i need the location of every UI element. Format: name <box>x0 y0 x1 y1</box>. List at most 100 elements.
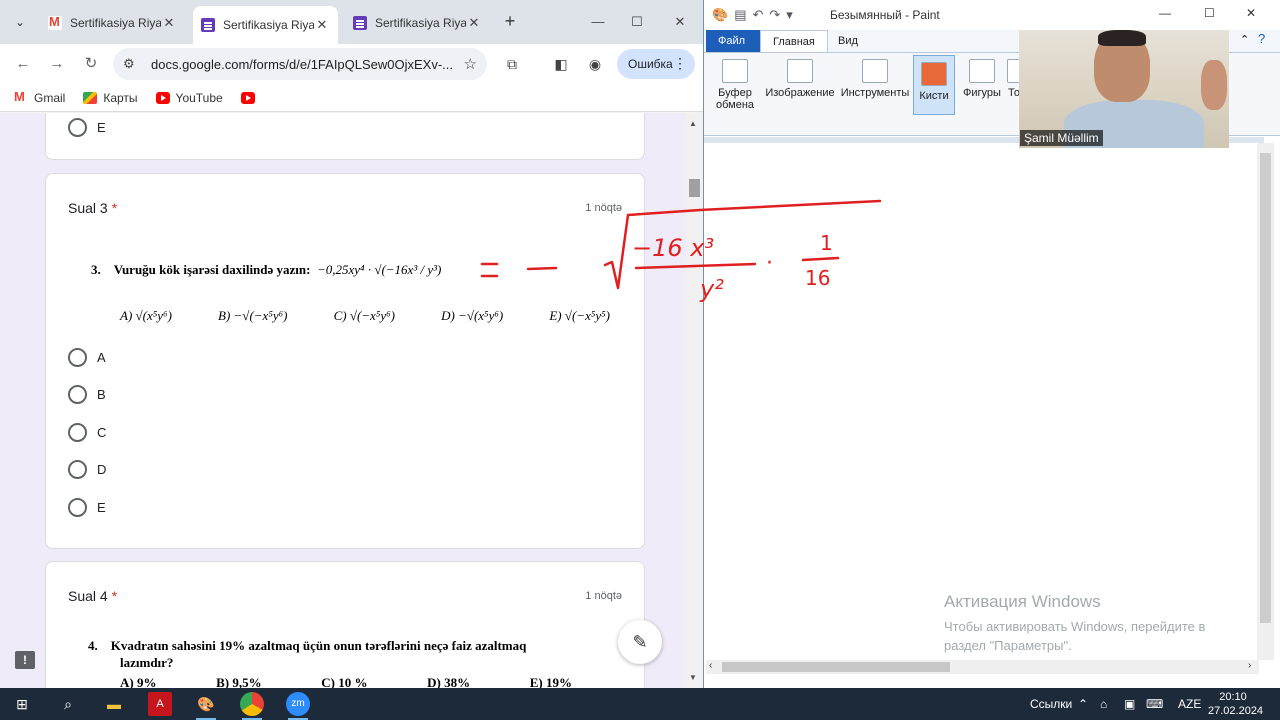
bookmark-gmail[interactable]: Gmail <box>14 89 65 105</box>
maximize-icon[interactable]: ☐ <box>627 12 647 32</box>
scroll-right-icon[interactable]: › <box>1248 660 1251 671</box>
group-shapes[interactable]: Фигуры <box>961 55 1003 135</box>
tab-home[interactable]: Главная <box>760 30 828 52</box>
webcam-name-label: Şamil Müəllim <box>1020 130 1103 146</box>
scroll-down-icon[interactable]: ▼ <box>689 673 697 682</box>
bookmark-maps[interactable]: Карты <box>83 91 138 105</box>
save-icon[interactable]: ▤ <box>734 7 746 23</box>
radio-button[interactable] <box>68 460 87 479</box>
system-clock[interactable]: 20:10 27.02.2024 <box>1208 690 1263 718</box>
tab-view[interactable]: Вид <box>826 30 870 52</box>
feedback-icon[interactable]: ! <box>15 651 35 669</box>
undo-icon[interactable]: ↶ <box>752 7 763 23</box>
paint-icon[interactable]: 🎨 <box>194 692 218 720</box>
close-window-icon[interactable]: ✕ <box>670 12 690 32</box>
profile-avatar-icon[interactable]: ◉ <box>585 54 605 74</box>
option-row-e[interactable]: E <box>68 498 106 517</box>
tray-overflow-icon[interactable]: ⌃ <box>1078 688 1088 720</box>
scroll-left-icon[interactable]: ‹ <box>709 660 712 671</box>
close-icon[interactable]: ✕ <box>314 17 330 33</box>
bookmark-star-icon[interactable]: ☆ <box>464 55 477 73</box>
close-window-icon[interactable]: ✕ <box>1246 6 1256 20</box>
option-row-d[interactable]: D <box>68 460 106 479</box>
group-brushes[interactable]: Кисти <box>913 55 955 135</box>
customize-icon[interactable]: ▾ <box>786 7 793 23</box>
radio-button[interactable] <box>68 118 87 137</box>
tab-1[interactable]: Sertifikasiya Riyaz ✕ <box>40 8 185 38</box>
tab-3[interactable]: Sertifikasiya Riyaz ✕ <box>345 8 490 38</box>
keyboard-icon[interactable]: ⌨ <box>1146 688 1163 720</box>
option-row-b[interactable]: B <box>68 385 106 404</box>
extensions-icon[interactable]: ⧉ <box>502 54 522 74</box>
file-explorer-icon[interactable]: ▬ <box>102 692 126 716</box>
menu-kebab-icon[interactable]: ⋮ <box>673 55 687 72</box>
minimize-icon[interactable]: — <box>588 12 608 32</box>
help-icon[interactable]: ? <box>1258 31 1265 46</box>
language-indicator[interactable]: AZE <box>1178 688 1201 720</box>
group-tools[interactable]: Инструменты <box>840 55 910 135</box>
tab-2-active[interactable]: Sertifikasiya Riyaz ✕ <box>193 6 338 44</box>
close-icon[interactable]: ✕ <box>161 15 177 31</box>
group-label: Изображение <box>765 87 835 99</box>
site-info-icon[interactable]: ⚙ <box>123 56 143 72</box>
group-label: Кисти <box>919 90 949 102</box>
question-number: 3. <box>91 262 101 277</box>
group-clipboard[interactable]: Буфер обмена <box>712 55 758 135</box>
network-icon[interactable]: ⌂ <box>1100 688 1107 720</box>
page-scrollbar[interactable]: ▲ ▼ <box>686 113 703 688</box>
bookmark-youtube-2[interactable] <box>240 91 261 104</box>
shapes-icon <box>969 59 995 83</box>
close-icon[interactable]: ✕ <box>466 15 482 31</box>
address-bar[interactable]: ⚙ docs.google.com/forms/d/e/1FAIpQLSew0O… <box>113 48 487 80</box>
tab-title: Sertifikasiya Riyaz <box>375 16 466 30</box>
paint-canvas[interactable] <box>704 137 1280 660</box>
canvas-horizontal-scrollbar[interactable]: ‹ › <box>706 660 1259 674</box>
answer-choices: A) √(x⁵y⁶) B) −√(−x⁵y⁶) C) √(−x⁵y⁶) D) −… <box>120 308 610 324</box>
tab-search-button[interactable]: ⌄ <box>10 12 30 32</box>
option-row-a[interactable]: A <box>68 348 106 367</box>
radio-button[interactable] <box>68 348 87 367</box>
radio-button[interactable] <box>68 423 87 442</box>
chrome-icon[interactable] <box>240 692 264 720</box>
scroll-up-icon[interactable]: ▲ <box>689 119 697 128</box>
links-toolbar-label[interactable]: Ссылки <box>1030 688 1072 720</box>
scroll-thumb[interactable] <box>689 179 700 197</box>
profile-error-button[interactable]: Ошибка ⋮ <box>617 49 695 79</box>
canvas-vertical-scrollbar[interactable] <box>1257 143 1274 660</box>
search-icon[interactable]: ⌕ <box>56 692 80 716</box>
required-mark: * <box>111 200 118 216</box>
zoom-icon[interactable]: zm <box>286 692 310 720</box>
forward-icon[interactable]: → <box>46 53 68 75</box>
new-tab-button[interactable]: + <box>500 11 520 31</box>
question-3-prompt-image: 3. Vuruğu kök işarəsi daxilində yazın: −… <box>91 262 441 278</box>
tab-strip: ⌄ Sertifikasiya Riyaz ✕ Sertifikasiya Ri… <box>0 0 703 44</box>
group-image[interactable]: Изображение <box>764 55 836 135</box>
bookmark-label: YouTube <box>175 90 223 105</box>
scroll-thumb[interactable] <box>722 662 950 672</box>
forms-icon <box>201 18 215 32</box>
maximize-icon[interactable]: ☐ <box>1204 6 1215 20</box>
url-text[interactable]: docs.google.com/forms/d/e/1FAIpQLSew0Ojx… <box>151 57 464 72</box>
start-windows-icon[interactable]: ⊞ <box>10 692 34 716</box>
redo-icon[interactable]: ↷ <box>769 7 780 23</box>
notification-icon[interactable]: ▣ <box>1124 688 1135 720</box>
scroll-thumb[interactable] <box>1260 153 1271 623</box>
back-icon[interactable]: ← <box>12 53 34 75</box>
reload-icon[interactable]: ↻ <box>80 53 102 75</box>
brush-icon <box>921 62 947 86</box>
collapse-ribbon-icon[interactable]: ⌃ <box>1240 33 1249 46</box>
option-row[interactable]: E <box>68 118 106 137</box>
radio-button[interactable] <box>68 498 87 517</box>
forms-icon <box>353 16 367 30</box>
option-label: C <box>97 425 107 440</box>
tab-file[interactable]: Файл <box>706 30 760 52</box>
option-label: B <box>97 387 106 402</box>
edit-pencil-icon[interactable]: ✎ <box>618 620 662 664</box>
minimize-icon[interactable]: — <box>1159 6 1171 20</box>
option-row-c[interactable]: C <box>68 423 106 442</box>
side-panel-icon[interactable]: ◧ <box>551 54 571 74</box>
bookmark-youtube[interactable]: YouTube <box>155 90 223 105</box>
answer-choice: A) 9% <box>120 675 157 688</box>
radio-button[interactable] <box>68 385 87 404</box>
pdf-reader-icon[interactable]: A <box>148 692 172 716</box>
